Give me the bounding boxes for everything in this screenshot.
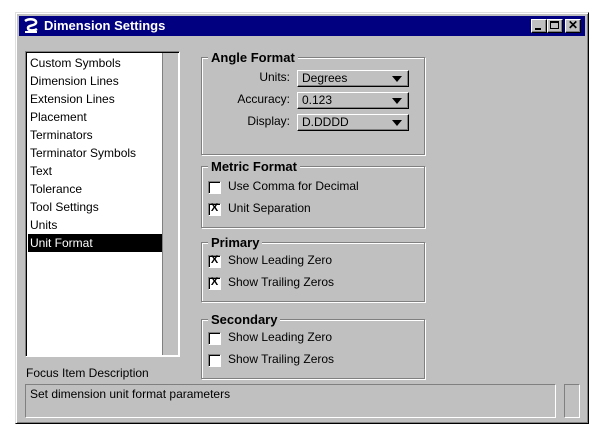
minimize-icon [535, 28, 541, 30]
secondary-trailing-zeros-checkbox[interactable] [208, 354, 221, 367]
primary-leading-zero-label[interactable]: Show Leading Zero [228, 253, 332, 267]
category-item[interactable]: Tool Settings [28, 198, 171, 216]
use-comma-label[interactable]: Use Comma for Decimal [228, 179, 359, 193]
focus-item-label: Focus Item Description [26, 366, 149, 380]
category-item[interactable]: Terminators [28, 126, 171, 144]
dimension-settings-window: Dimension Settings ✕ Custom Symbols Dimen… [15, 12, 589, 424]
primary-group: Primary X Show Leading Zero X Show Trail… [201, 235, 425, 302]
minimize-button[interactable] [531, 19, 547, 33]
category-item[interactable]: Dimension Lines [28, 72, 171, 90]
unit-separation-label[interactable]: Unit Separation [228, 201, 311, 215]
title-bar[interactable]: Dimension Settings ✕ [19, 16, 585, 36]
close-icon: ✕ [567, 18, 579, 32]
angle-format-title: Angle Format [208, 50, 298, 65]
display-label: Display: [247, 114, 290, 128]
units-value: Degrees [302, 71, 348, 85]
primary-title: Primary [208, 235, 263, 250]
chevron-down-icon [392, 98, 402, 104]
focus-description-side-panel [564, 384, 580, 418]
maximize-button[interactable] [547, 19, 563, 33]
metric-format-title: Metric Format [208, 159, 300, 174]
category-item[interactable]: Text [28, 162, 171, 180]
category-item[interactable]: Custom Symbols [28, 54, 171, 72]
display-value: D.DDDD [302, 115, 349, 129]
angle-format-group: Angle Format Units: Degrees Accuracy: 0.… [201, 50, 425, 155]
secondary-group: Secondary Show Leading Zero Show Trailin… [201, 312, 425, 379]
category-list[interactable]: Custom Symbols Dimension Lines Extension L… [25, 51, 180, 357]
microstation-icon [22, 17, 40, 35]
maximize-icon [550, 21, 559, 29]
category-item[interactable]: Unit Format [28, 234, 171, 252]
checkmark-icon: X [210, 202, 219, 214]
close-button[interactable]: ✕ [565, 18, 581, 33]
accuracy-value: 0.123 [302, 93, 333, 107]
unit-separation-checkbox[interactable]: X [208, 202, 221, 216]
category-item[interactable]: Extension Lines [28, 90, 171, 108]
secondary-leading-zero-label[interactable]: Show Leading Zero [228, 330, 332, 344]
secondary-leading-zero-checkbox[interactable] [208, 332, 221, 345]
category-item[interactable]: Placement [28, 108, 171, 126]
primary-trailing-zeros-label[interactable]: Show Trailing Zeros [228, 275, 334, 289]
category-item[interactable]: Tolerance [28, 180, 171, 198]
use-comma-checkbox[interactable] [208, 181, 221, 194]
metric-format-group: Metric Format Use Comma for Decimal X Un… [201, 159, 425, 228]
category-item[interactable]: Terminator Symbols [28, 144, 171, 162]
accuracy-dropdown[interactable]: 0.123 [297, 92, 409, 109]
focus-description-box: Set dimension unit format parameters [25, 384, 556, 418]
category-item[interactable]: Units [28, 216, 171, 234]
accuracy-label: Accuracy: [237, 92, 290, 106]
display-dropdown[interactable]: D.DDDD [297, 114, 409, 131]
primary-leading-zero-checkbox[interactable]: X [208, 254, 221, 268]
primary-trailing-zeros-checkbox[interactable]: X [208, 276, 221, 290]
units-label: Units: [259, 70, 290, 84]
chevron-down-icon [392, 120, 402, 126]
checkmark-icon: X [210, 254, 219, 266]
focus-description-text: Set dimension unit format parameters [30, 387, 231, 401]
checkmark-icon: X [210, 276, 219, 288]
chevron-down-icon [392, 76, 402, 82]
category-list-scrollbar[interactable] [162, 53, 178, 355]
secondary-trailing-zeros-label[interactable]: Show Trailing Zeros [228, 352, 334, 366]
window-title: Dimension Settings [44, 18, 166, 33]
secondary-title: Secondary [208, 312, 281, 327]
units-dropdown[interactable]: Degrees [297, 70, 409, 87]
